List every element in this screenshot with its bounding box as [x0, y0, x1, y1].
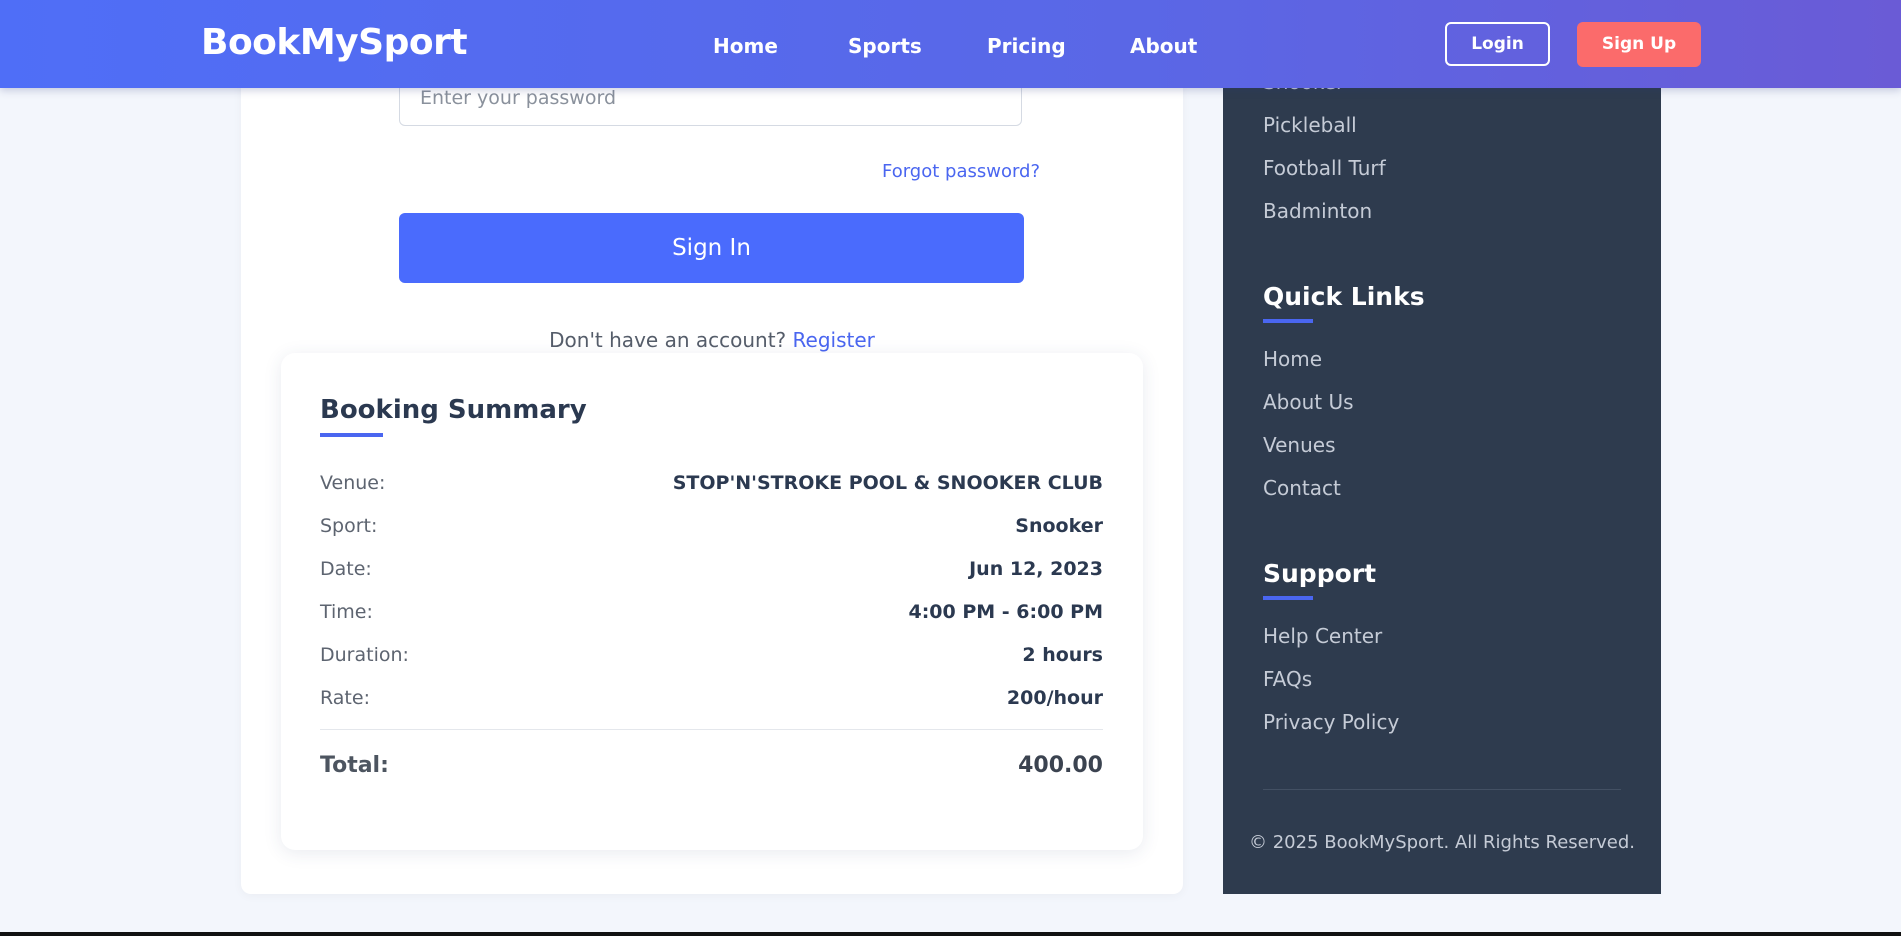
- time-label: Time:: [320, 601, 373, 623]
- support-help-center[interactable]: Help Center: [1263, 624, 1382, 648]
- quick-links-heading: Quick Links: [1263, 282, 1425, 311]
- rate-value: 200/hour: [1006, 687, 1103, 709]
- nav-pricing[interactable]: Pricing: [987, 34, 1066, 58]
- forgot-password-link[interactable]: Forgot password?: [882, 161, 1040, 182]
- nav-home[interactable]: Home: [713, 34, 778, 58]
- support-underline: [1263, 596, 1313, 600]
- nav-about[interactable]: About: [1130, 34, 1197, 58]
- sidebar-sport-badminton[interactable]: Badminton: [1263, 199, 1372, 223]
- sidebar-sport-pickleball[interactable]: Pickleball: [1263, 113, 1357, 137]
- support-faqs[interactable]: FAQs: [1263, 667, 1312, 691]
- total-label: Total:: [320, 753, 389, 778]
- top-navbar: BookMySport Home Sports Pricing About Lo…: [0, 0, 1901, 88]
- quick-links-underline: [1263, 319, 1313, 323]
- date-label: Date:: [320, 558, 372, 580]
- duration-label: Duration:: [320, 644, 409, 666]
- duration-value: 2 hours: [1022, 644, 1103, 666]
- sidebar-sport-football-turf[interactable]: Football Turf: [1263, 156, 1386, 180]
- support-privacy-policy[interactable]: Privacy Policy: [1263, 710, 1399, 734]
- booking-summary-title: Booking Summary: [320, 395, 587, 425]
- quick-link-home[interactable]: Home: [1263, 347, 1322, 371]
- quick-link-about-us[interactable]: About Us: [1263, 390, 1354, 414]
- rate-label: Rate:: [320, 687, 370, 709]
- summary-divider: [320, 729, 1103, 730]
- sport-label: Sport:: [320, 515, 378, 537]
- support-heading: Support: [1263, 559, 1377, 588]
- venue-value: STOP'N'STROKE POOL & SNOOKER CLUB: [672, 472, 1103, 494]
- quick-link-venues[interactable]: Venues: [1263, 433, 1336, 457]
- title-underline: [320, 433, 383, 437]
- nav-sports[interactable]: Sports: [848, 34, 922, 58]
- bottom-edge: [0, 932, 1901, 936]
- register-prompt: Don't have an account? Register: [0, 328, 1424, 352]
- sport-value: Snooker: [1015, 515, 1103, 537]
- brand-logo[interactable]: BookMySport: [201, 22, 468, 63]
- register-prompt-text: Don't have an account?: [549, 328, 787, 352]
- date-value: Jun 12, 2023: [969, 558, 1103, 580]
- total-value: 400.00: [1018, 753, 1103, 778]
- sign-in-button[interactable]: Sign In: [399, 213, 1024, 283]
- register-link[interactable]: Register: [793, 328, 875, 352]
- sidebar-divider: [1263, 789, 1621, 790]
- signup-button[interactable]: Sign Up: [1577, 22, 1701, 67]
- venue-label: Venue:: [320, 472, 386, 494]
- copyright-text: © 2025 BookMySport. All Rights Reserved.: [1248, 832, 1636, 853]
- time-value: 4:00 PM - 6:00 PM: [908, 601, 1103, 623]
- quick-link-contact[interactable]: Contact: [1263, 476, 1341, 500]
- login-button[interactable]: Login: [1445, 22, 1550, 66]
